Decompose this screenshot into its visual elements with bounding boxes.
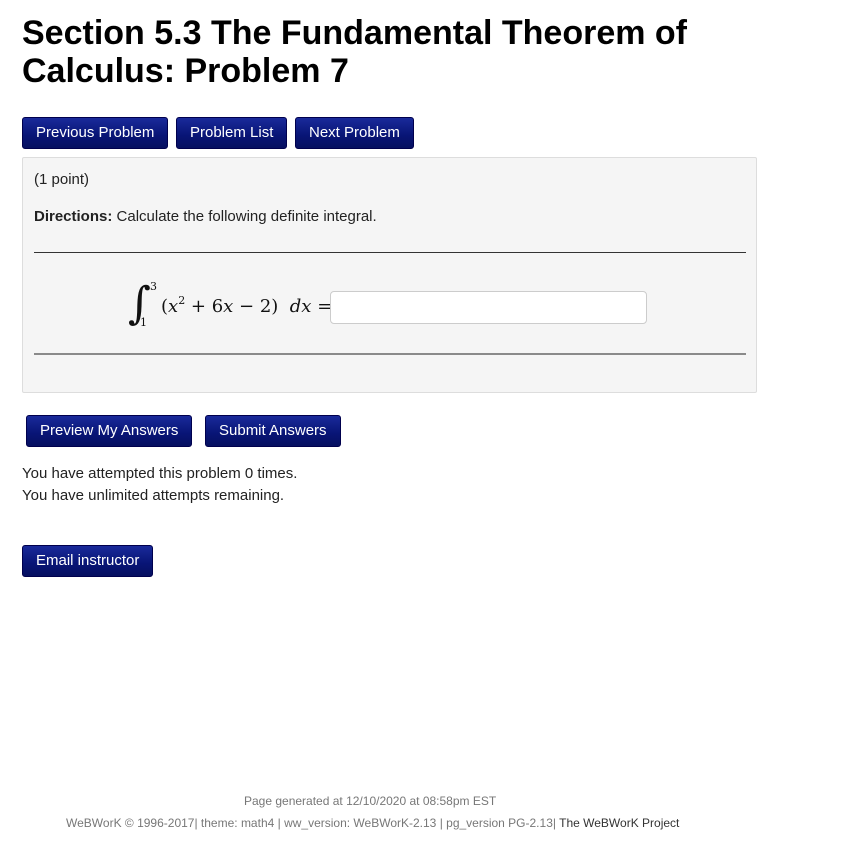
page-title: Section 5.3 The Fundamental Theorem of C… [22, 14, 687, 90]
page: Section 5.3 The Fundamental Theorem of C… [0, 0, 864, 864]
integral-differential: dx [289, 296, 312, 317]
integrand-open: ( [161, 296, 169, 317]
integrand-x: x [168, 296, 179, 317]
directions-text: Calculate the following definite integra… [112, 208, 377, 225]
integrand-x2: x [223, 296, 234, 317]
answer-input[interactable] [330, 291, 647, 324]
top-divider [34, 252, 746, 253]
version-text: WeBWorK © 1996-2017| theme: math4 | ww_v… [66, 816, 560, 830]
next-problem-button[interactable]: Next Problem [295, 117, 414, 149]
problem-list-button[interactable]: Problem List [176, 117, 288, 149]
bottom-divider [34, 353, 746, 355]
webwork-project-link[interactable]: The WeBWorK Project [559, 816, 679, 830]
problem-points: (1 point) [34, 171, 90, 188]
page-generated-text: Page generated at 12/10/2020 at 08:58pm … [244, 794, 497, 808]
attempts-remaining-text: You have unlimited attempts remaining. [22, 487, 285, 504]
integral-expression: ∫ 3 1 (x2 + 6x − 2) dx = [123, 278, 333, 338]
integrand-rest: + 6 [185, 296, 224, 317]
email-instructor-button[interactable]: Email instructor [22, 545, 154, 577]
previous-problem-button[interactable]: Previous Problem [22, 117, 169, 149]
integral-upper-limit: 3 [150, 280, 157, 293]
problem-panel: (1 point) Directions: Calculate the foll… [22, 157, 757, 393]
integrand-end: − 2) [233, 296, 279, 317]
directions-label: Directions: [34, 208, 113, 225]
version-footer: WeBWorK © 1996-2017| theme: math4 | ww_v… [66, 816, 679, 830]
problem-directions: Directions: Calculate the following defi… [34, 208, 377, 225]
submit-answers-button[interactable]: Submit Answers [205, 415, 341, 447]
integral-lower-limit: 1 [140, 316, 147, 329]
attempts-count-text: You have attempted this problem 0 times. [22, 465, 298, 482]
preview-answers-button[interactable]: Preview My Answers [26, 415, 193, 447]
integrand: (x2 + 6x − 2) dx = [161, 294, 332, 317]
